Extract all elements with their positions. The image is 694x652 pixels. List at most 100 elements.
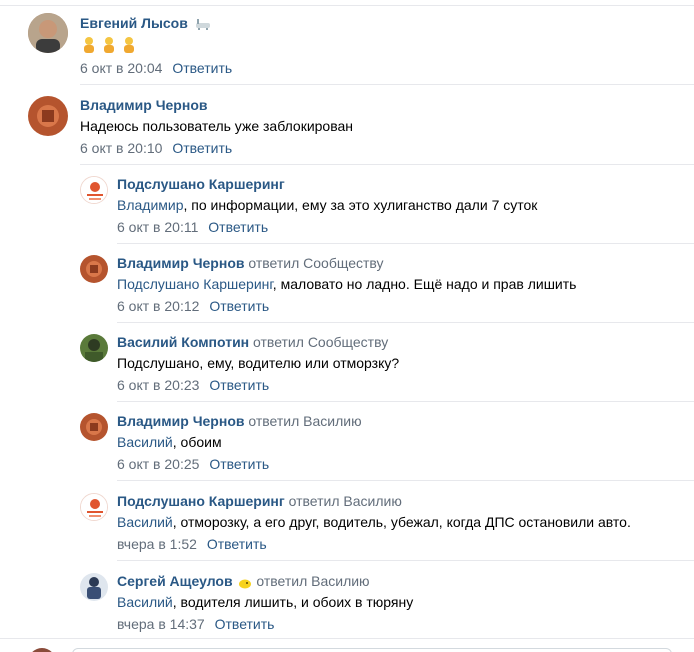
- divider: [117, 401, 694, 402]
- comment-text-rest: , маловато но ладно. Ещё надо и прав лиш…: [272, 276, 577, 292]
- reply-comment: Сергей Ащеулов ответил Василию Василий, …: [0, 570, 694, 638]
- reply-comment: Владимир Чернов ответил Василию Василий,…: [0, 410, 694, 480]
- author-name[interactable]: Подслушано Каршеринг: [117, 493, 285, 509]
- comment-meta: 6 окт в 20:25 Ответить: [117, 455, 362, 473]
- author-line: Владимир Чернов ответил Сообществу: [117, 254, 576, 272]
- reply-button[interactable]: Ответить: [209, 456, 269, 472]
- replied-to[interactable]: ответил Василию: [256, 573, 369, 589]
- avatar[interactable]: [80, 413, 108, 441]
- comment-text: Василий, водителя лишить, и обоих в тюря…: [117, 593, 413, 611]
- comments-thread: Евгений Лысов 6 окт в 20:04 Ответить Вла…: [0, 0, 694, 652]
- reply-comment: Василий Компотин ответил Сообществу Подс…: [0, 331, 694, 401]
- reply-button[interactable]: Ответить: [172, 60, 232, 76]
- reply-comment: Владимир Чернов ответил Сообществу Подсл…: [0, 252, 694, 322]
- comment-meta: вчера в 14:37 Ответить: [117, 615, 413, 633]
- mention-link[interactable]: Владимир: [117, 197, 184, 213]
- avatar[interactable]: [28, 96, 68, 136]
- comment-date[interactable]: 6 окт в 20:12: [117, 298, 199, 314]
- comment-text-rest: , по информации, ему за это хулиганство …: [183, 197, 538, 213]
- mention-link[interactable]: Василий: [117, 434, 173, 450]
- comment-date[interactable]: 6 окт в 20:23: [117, 377, 199, 393]
- community-logo: [81, 494, 107, 520]
- comment-text: Василий, отморозку, а его друг, водитель…: [117, 513, 631, 531]
- mention-link[interactable]: Василий: [117, 514, 173, 530]
- avatar-photo: [80, 334, 108, 362]
- author-line: Подслушано Каршеринг ответил Василию: [117, 492, 631, 510]
- reply-button[interactable]: Ответить: [207, 536, 267, 552]
- author-name[interactable]: Владимир Чернов: [117, 413, 244, 429]
- replied-to[interactable]: ответил Сообществу: [253, 334, 388, 350]
- bathtub-icon: [195, 17, 211, 31]
- author-name[interactable]: Сергей Ащеулов: [117, 573, 233, 589]
- author-line: Владимир Чернов ответил Василию: [117, 412, 362, 430]
- woman-golfer-icon: [120, 36, 138, 54]
- comment-date[interactable]: 6 окт в 20:10: [80, 140, 162, 156]
- comment-meta: 6 окт в 20:11 Ответить: [117, 218, 537, 236]
- comment-body: Владимир Чернов ответил Василию Василий,…: [117, 412, 362, 473]
- reply-button[interactable]: Ответить: [172, 140, 232, 156]
- comment-body: Владимир Чернов ответил Сообществу Подсл…: [117, 254, 576, 315]
- comment-body: Подслушано Каршеринг ответил Василию Вас…: [117, 492, 631, 553]
- top-border: [0, 0, 694, 6]
- reply-button[interactable]: Ответить: [208, 219, 268, 235]
- emoji-row: [80, 35, 232, 55]
- avatar[interactable]: [28, 13, 68, 53]
- comment-date[interactable]: 6 окт в 20:25: [117, 456, 199, 472]
- divider: [80, 164, 694, 165]
- comment-meta: 6 окт в 20:12 Ответить: [117, 297, 576, 315]
- comment-meta: 6 окт в 20:04 Ответить: [80, 59, 232, 77]
- divider: [80, 84, 694, 85]
- divider: [117, 560, 694, 561]
- reply-button[interactable]: Ответить: [209, 377, 269, 393]
- author-name[interactable]: Василий Компотин: [117, 334, 249, 350]
- comment-meta: 6 окт в 20:23 Ответить: [117, 376, 399, 394]
- author-name[interactable]: Владимир Чернов: [117, 255, 244, 271]
- author-line: Сергей Ащеулов ответил Василию: [117, 572, 413, 590]
- comment-meta: вчера в 1:52 Ответить: [117, 535, 631, 553]
- comment-date[interactable]: вчера в 14:37: [117, 616, 205, 632]
- woman-golfer-icon: [100, 36, 118, 54]
- comment-text-rest: , обоим: [172, 434, 222, 450]
- comment-date[interactable]: вчера в 1:52: [117, 536, 197, 552]
- comment: Евгений Лысов 6 окт в 20:04 Ответить: [0, 12, 694, 82]
- reply-comment: Подслушано Каршеринг Владимир, по информ…: [0, 173, 694, 243]
- comment-body: Подслушано Каршеринг Владимир, по информ…: [117, 175, 537, 236]
- mention-link[interactable]: Василий: [117, 594, 173, 610]
- divider: [117, 243, 694, 244]
- comment-text-rest: , водителя лишить, и обоих в тюряну: [172, 594, 414, 610]
- divider: [117, 322, 694, 323]
- avatar[interactable]: [80, 255, 108, 283]
- mention-link[interactable]: Подслушано Каршеринг: [117, 276, 273, 292]
- comment-text: Владимир, по информации, ему за это хули…: [117, 196, 537, 214]
- author-name[interactable]: Владимир Чернов: [80, 97, 207, 113]
- replied-to[interactable]: ответил Василию: [248, 413, 361, 429]
- comment-date[interactable]: 6 окт в 20:04: [80, 60, 162, 76]
- author-line: Подслушано Каршеринг: [117, 175, 537, 193]
- woman-golfer-icon: [80, 36, 98, 54]
- comment-body: Василий Компотин ответил Сообществу Подс…: [117, 333, 399, 394]
- avatar[interactable]: [80, 176, 108, 204]
- comment-meta: 6 окт в 20:10 Ответить: [80, 139, 353, 157]
- author-name[interactable]: Евгений Лысов: [80, 15, 188, 31]
- avatar[interactable]: [80, 334, 108, 362]
- reply-button[interactable]: Ответить: [209, 298, 269, 314]
- author-name[interactable]: Подслушано Каршеринг: [117, 176, 285, 192]
- replied-to[interactable]: ответил Василию: [289, 493, 402, 509]
- avatar[interactable]: [80, 493, 108, 521]
- divider: [117, 480, 694, 481]
- author-line: Владимир Чернов: [80, 96, 353, 114]
- comment-text: Надеюсь пользователь уже заблокирован: [80, 118, 354, 134]
- comment-text: Подслушано Каршеринг, маловато но ладно.…: [117, 275, 576, 293]
- comment-text: Василий, обоим: [117, 433, 362, 451]
- comment-date[interactable]: 6 окт в 20:11: [117, 219, 198, 235]
- comment-body: Владимир Чернов Надеюсь пользователь уже…: [80, 96, 353, 157]
- reply-comment: Подслушано Каршеринг ответил Василию Вас…: [0, 490, 694, 560]
- replied-to[interactable]: ответил Сообществу: [248, 255, 383, 271]
- reply-button[interactable]: Ответить: [215, 616, 275, 632]
- comment: Владимир Чернов Надеюсь пользователь уже…: [0, 94, 694, 164]
- community-logo: [81, 177, 107, 203]
- comment-body: Сергей Ащеулов ответил Василию Василий, …: [117, 572, 413, 633]
- avatar-photo: [28, 13, 68, 53]
- avatar[interactable]: [80, 573, 108, 601]
- comment-input[interactable]: [72, 648, 672, 652]
